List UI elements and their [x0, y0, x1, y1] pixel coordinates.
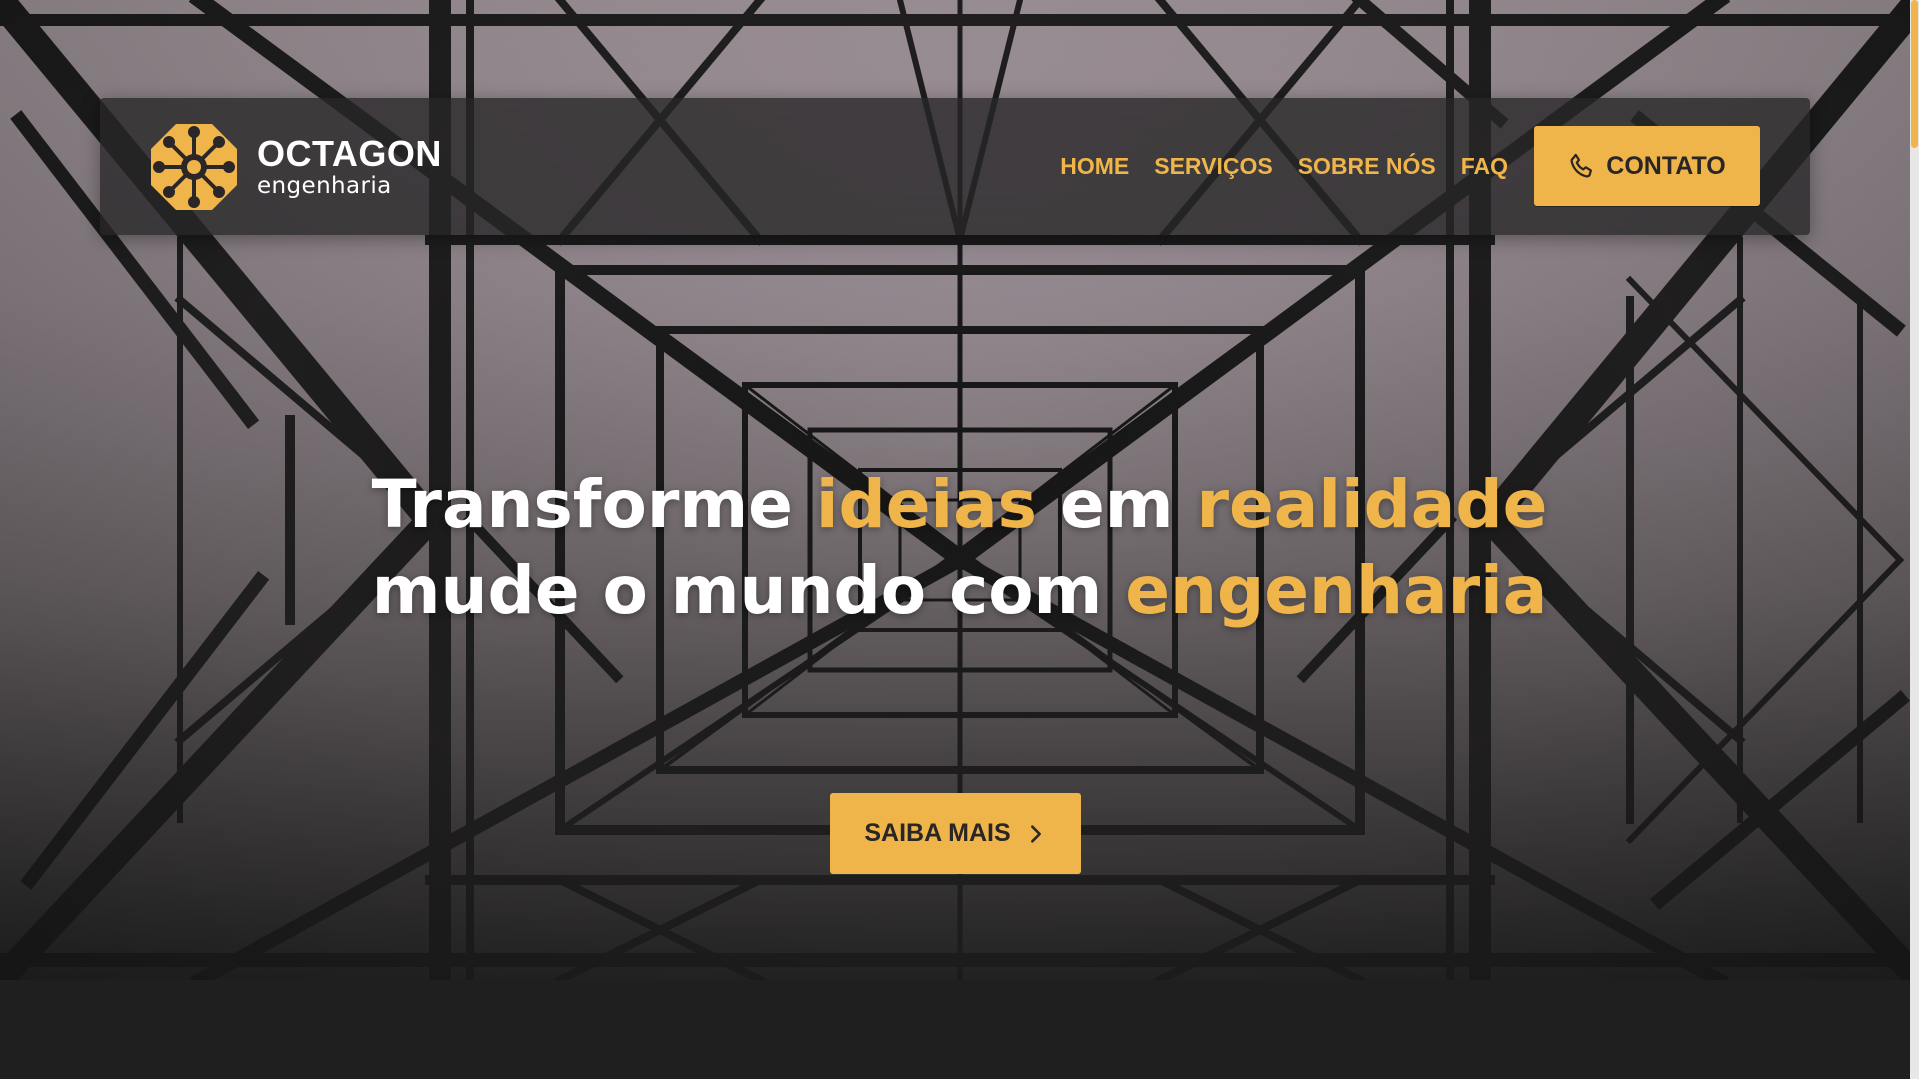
nav-link-home[interactable]: HOME [1060, 153, 1129, 180]
nav-link-sobre-nos[interactable]: SOBRE NÓS [1298, 153, 1436, 180]
hero-headline: Transforme ideias em realidade mude o mu… [0, 462, 1919, 634]
phone-icon [1570, 153, 1593, 178]
main-nav: HOME SERVIÇOS SOBRE NÓS FAQ [1060, 98, 1508, 235]
scrollbar-thumb[interactable] [1911, 0, 1918, 148]
headline-accent: engenharia [1125, 552, 1548, 630]
nav-link-servicos[interactable]: SERVIÇOS [1154, 153, 1272, 180]
headline-line-1: Transforme ideias em realidade [372, 466, 1548, 543]
brand-text: OCTAGON engenharia [257, 136, 442, 198]
page-scrollbar[interactable] [1910, 0, 1919, 1079]
brand-name: OCTAGON [257, 133, 442, 174]
headline-text: em [1036, 466, 1197, 544]
brand-subtitle: engenharia [257, 173, 392, 199]
saiba-mais-button[interactable]: SAIBA MAIS [830, 793, 1081, 874]
cta-button-label: SAIBA MAIS [864, 819, 1011, 847]
headline-accent: ideias [815, 466, 1037, 544]
section-band [0, 980, 1919, 1079]
navbar: OCTAGON engenharia HOME SERVIÇOS SOBRE N… [100, 98, 1810, 235]
headline-line-2: mude o mundo com engenharia [372, 552, 1548, 629]
headline-accent: realidade [1196, 466, 1548, 544]
page: OCTAGON engenharia HOME SERVIÇOS SOBRE N… [0, 0, 1919, 1079]
headline-text: mude o mundo com [371, 552, 1126, 630]
headline-text: Transforme [371, 466, 816, 544]
chevron-right-icon [1030, 824, 1041, 843]
nav-link-faq[interactable]: FAQ [1461, 153, 1508, 180]
contact-button[interactable]: CONTATO [1534, 126, 1760, 206]
contact-button-label: CONTATO [1606, 151, 1726, 180]
brand-logo[interactable]: OCTAGON engenharia [149, 122, 442, 212]
octagon-gear-logo-icon [151, 124, 237, 210]
